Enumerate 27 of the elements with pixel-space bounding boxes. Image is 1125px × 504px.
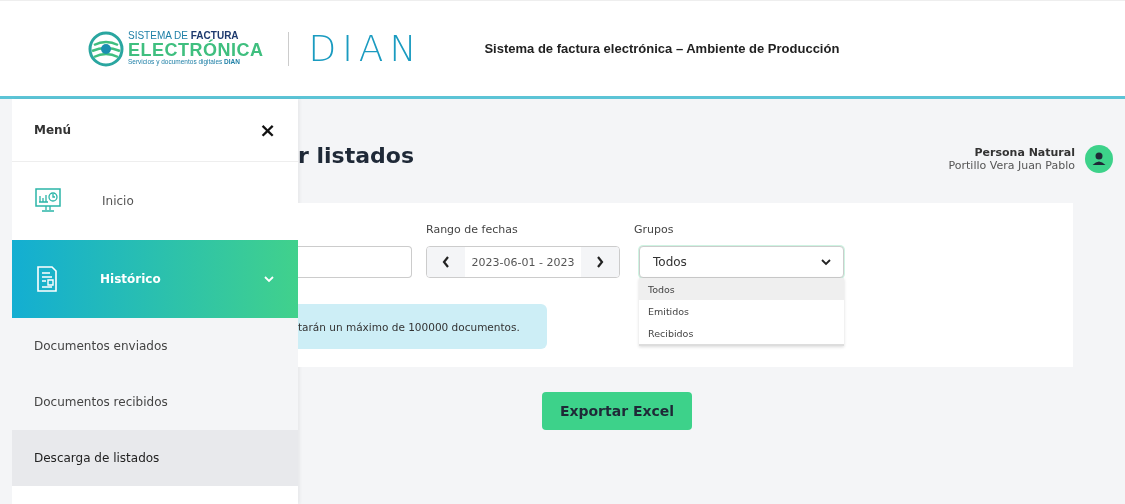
submenu-item[interactable]: Descarga de listados (12, 430, 298, 486)
monitor-chart-icon (34, 187, 62, 215)
header-title: Sistema de factura electrónica – Ambiente de Producción (484, 41, 840, 56)
input-field[interactable] (298, 246, 412, 278)
document-icon (34, 265, 60, 293)
info-alert: tarán un máximo de 100000 documentos. (298, 304, 547, 349)
user-name: Portillo Vera Juan Pablo (948, 159, 1075, 172)
dropdown-option[interactable]: Recibidos (639, 322, 844, 344)
chevron-down-icon (821, 258, 831, 266)
field-label: Rango de fechas (426, 223, 519, 238)
brand-logo: DIAN (308, 28, 423, 69)
dropdown-option[interactable]: Todos (639, 278, 844, 300)
field-label: Grupos (634, 223, 675, 238)
menu-item[interactable]: Inicio (12, 162, 298, 240)
close-button[interactable]: × (259, 120, 276, 140)
globe-icon (88, 30, 124, 67)
groups-dropdown[interactable]: Todos (639, 246, 844, 278)
export-excel-button[interactable]: Exportar Excel (542, 392, 692, 430)
user-avatar-icon[interactable] (1085, 145, 1113, 173)
menu-title: Menú (34, 123, 72, 137)
submenu-item[interactable]: Documentos enviados (12, 318, 298, 374)
dropdown-option[interactable]: Emitidos (639, 300, 844, 322)
logo-wordmark: ELECTRÓNICA (128, 41, 264, 60)
logo-line: SISTEMA DE FACTURA (128, 31, 239, 42)
user-role: Persona Natural (974, 146, 1075, 159)
submenu-item[interactable]: Documentos recibidos (12, 374, 298, 430)
page-title: r listados (298, 145, 414, 167)
